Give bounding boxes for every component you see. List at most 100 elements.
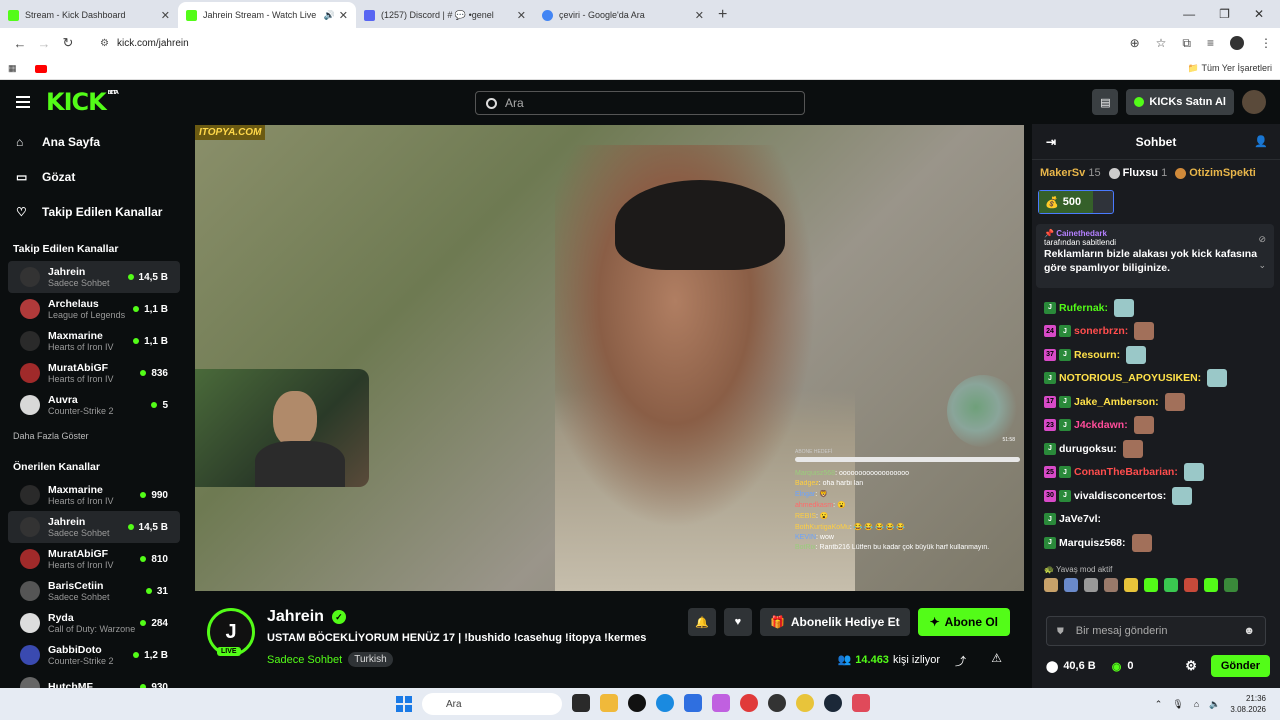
emoji-icon[interactable]: ☻ <box>1243 625 1255 637</box>
zoom-icon[interactable]: ⊕ <box>1130 36 1140 50</box>
app-icon[interactable] <box>852 694 870 712</box>
chat-username[interactable]: sonerbrzn: <box>1074 325 1128 337</box>
nav-browse[interactable]: ▭ Gözat <box>0 159 188 194</box>
emote-icon[interactable] <box>1124 577 1138 592</box>
channel-item[interactable]: Maxmarine Hearts of Iron IV 1,1 B <box>8 325 180 357</box>
close-tab-icon[interactable]: ✕ <box>161 9 170 22</box>
channel-item[interactable]: MuratAbiGF Hearts of Iron IV 810 <box>8 543 180 575</box>
user-avatar[interactable] <box>1242 90 1266 114</box>
maximize-icon[interactable]: ❐ <box>1219 7 1230 21</box>
buy-kicks-button[interactable]: KICKs Satın Al <box>1126 89 1234 115</box>
search-input[interactable]: Ara <box>475 91 805 115</box>
close-tab-icon[interactable]: ✕ <box>339 9 348 22</box>
emote-icon[interactable] <box>1184 577 1198 592</box>
chat-username[interactable]: J4ckdawn: <box>1074 419 1128 431</box>
close-tab-icon[interactable]: ✕ <box>517 9 526 22</box>
show-more-link[interactable]: Daha Fazla Göster <box>0 421 188 449</box>
channel-item[interactable]: GabbiDoto Counter-Strike 2 1,2 B <box>8 639 180 671</box>
nav-following[interactable]: ♡ Takip Edilen Kanallar <box>0 194 188 229</box>
tray-chevron-icon[interactable]: ⌃ <box>1155 699 1163 710</box>
channel-item[interactable]: HutchMF 930 <box>8 671 180 688</box>
dashboard-icon[interactable]: ▤ <box>1092 89 1119 115</box>
channel-item[interactable]: Ryda Call of Duty: Warzone 284 <box>8 607 180 639</box>
media-icon[interactable]: ≡ <box>1207 36 1214 50</box>
share-icon[interactable]: ⤴ <box>955 653 966 669</box>
leader-entry[interactable]: OtizimSpekti <box>1175 167 1256 179</box>
emote-icon[interactable] <box>1164 577 1178 592</box>
close-tab-icon[interactable]: ✕ <box>695 9 704 22</box>
subscribe-button[interactable]: ✦ Abone Ol <box>917 608 1010 636</box>
microphone-icon[interactable]: 🎙 <box>1172 699 1183 710</box>
apps-grid-icon[interactable]: ▦ <box>8 63 17 74</box>
all-bookmarks[interactable]: 📁 Tüm Yer İşaretleri <box>1188 63 1272 74</box>
store-icon[interactable] <box>684 694 702 712</box>
chrome-icon[interactable] <box>796 694 814 712</box>
task-view-icon[interactable] <box>572 694 590 712</box>
language-tag[interactable]: Turkish <box>348 652 393 667</box>
emote-icon[interactable] <box>1224 577 1238 592</box>
hamburger-menu-icon[interactable] <box>16 93 30 111</box>
notification-bell-icon[interactable]: 🔔 <box>687 608 716 636</box>
browser-tab[interactable]: Stream - Kick Dashboard ✕ <box>0 2 178 28</box>
channel-points[interactable]: 40,6 B <box>1063 660 1095 672</box>
kicks-balance[interactable]: 0 <box>1127 660 1133 672</box>
emote-icon[interactable] <box>1144 577 1158 592</box>
menu-icon[interactable]: ⋮ <box>1260 36 1272 50</box>
browser-tab-active[interactable]: Jahrein Stream - Watch Live 🔊 ✕ <box>178 2 356 28</box>
minimize-icon[interactable]: — <box>1183 7 1195 21</box>
chat-username[interactable]: Marquisz568: <box>1059 537 1126 549</box>
channel-item[interactable]: Jahrein Sadece Sohbet 14,5 B <box>8 511 180 543</box>
network-icon[interactable]: ⌂ <box>1194 699 1199 709</box>
chat-username[interactable]: Resourn: <box>1074 349 1120 361</box>
emote-icon[interactable] <box>1104 577 1118 592</box>
app-icon[interactable] <box>628 694 646 712</box>
opera-icon[interactable] <box>740 694 758 712</box>
back-icon[interactable]: ← <box>8 36 32 51</box>
new-tab-icon[interactable]: + <box>718 6 727 24</box>
emote-icon[interactable] <box>1084 577 1098 592</box>
browser-tab[interactable]: (1257) Discord | # 💬 •genel ✕ <box>356 2 534 28</box>
channel-item[interactable]: Maxmarine Hearts of Iron IV 990 <box>8 479 180 511</box>
volume-icon[interactable]: 🔈 <box>1209 699 1220 710</box>
steam-icon[interactable] <box>824 694 842 712</box>
site-info-icon[interactable]: ⚙ <box>100 38 109 49</box>
chat-username[interactable]: JaVe7vl: <box>1059 513 1101 525</box>
video-player[interactable]: ITOPYA.COM 51:58 ABONE HEDEFİ Marquisz56… <box>195 125 1024 591</box>
channel-item[interactable]: Auvra Counter-Strike 2 5 <box>8 389 180 421</box>
kick-logo[interactable]: KICK BETA <box>46 88 119 116</box>
kicks-pinned-gift[interactable]: 💰 500 <box>1038 190 1114 214</box>
gift-sub-button[interactable]: 🎁 Abonelik Hediye Et <box>759 608 910 636</box>
stream-category-link[interactable]: Sadece Sohbet <box>267 654 342 666</box>
chat-username[interactable]: ConanTheBarbarian: <box>1074 466 1178 478</box>
browser-tab[interactable]: çeviri - Google'da Ara ✕ <box>534 2 712 28</box>
extensions-icon[interactable]: ⧉ <box>1182 36 1191 51</box>
report-warning-icon[interactable]: ⚠ <box>991 651 1002 665</box>
channel-item[interactable]: Jahrein Sadece Sohbet 14,5 B <box>8 261 180 293</box>
unpin-icon[interactable]: ⊘ <box>1258 234 1266 245</box>
clock[interactable]: 21:36 3.08.2026 <box>1230 693 1266 715</box>
expand-chevron-icon[interactable]: ⌄ <box>1258 260 1266 271</box>
collapse-chat-icon[interactable]: ⇥ <box>1046 135 1056 149</box>
nav-home[interactable]: ⌂ Ana Sayfa <box>0 124 188 159</box>
emote-icon[interactable] <box>1204 577 1218 592</box>
chat-username[interactable]: durugoksu: <box>1059 443 1117 455</box>
edge-icon[interactable] <box>656 694 674 712</box>
profile-avatar[interactable] <box>1230 36 1244 50</box>
leader-entry[interactable]: MakerSv 15 <box>1040 167 1101 179</box>
channel-item[interactable]: BarisCetiin Sadece Sohbet 31 <box>8 575 180 607</box>
file-explorer-icon[interactable] <box>600 694 618 712</box>
emote-icon[interactable] <box>1064 577 1078 592</box>
chat-username[interactable]: Jake_Amberson: <box>1074 396 1159 408</box>
bookmark-star-icon[interactable]: ☆ <box>1156 36 1167 50</box>
chat-users-icon[interactable]: 👤 <box>1254 135 1268 148</box>
windows-start-icon[interactable] <box>396 696 412 712</box>
close-window-icon[interactable]: ✕ <box>1254 7 1264 21</box>
forward-icon[interactable]: → <box>32 36 56 51</box>
youtube-bookmark-icon[interactable] <box>34 64 47 73</box>
chat-message-input[interactable]: ⛊ Bir mesaj gönderin ☻ <box>1046 616 1266 646</box>
speaker-icon[interactable]: 🔊 <box>324 10 335 21</box>
pinned-by-user[interactable]: Cainethedark <box>1056 229 1107 238</box>
send-button[interactable]: Gönder <box>1210 655 1270 677</box>
chat-username[interactable]: vivaldisconcertos: <box>1074 490 1166 502</box>
channel-item[interactable]: Archelaus League of Legends 1,1 B <box>8 293 180 325</box>
